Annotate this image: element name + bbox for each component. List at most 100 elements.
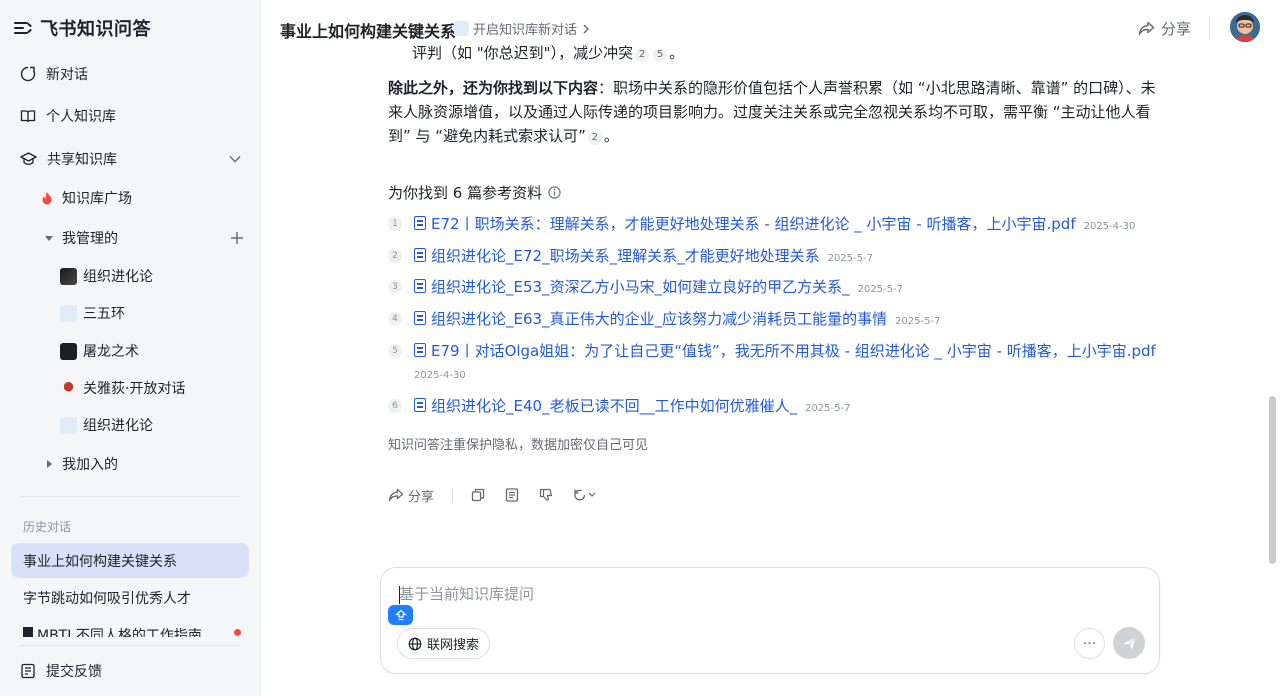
share-answer-label: 分享 [408, 489, 435, 505]
kb-thumbnail [60, 267, 77, 285]
avatar[interactable] [1230, 12, 1260, 42]
kb-item[interactable]: 组织进化论 [60, 410, 250, 440]
document-icon [414, 216, 426, 230]
share-answer-button[interactable]: 分享 [388, 486, 434, 505]
new-kb-chat-link[interactable]: 开启知识库新对话 [454, 19, 591, 38]
kb-item-label: 三五环 [83, 306, 125, 322]
reference-date: 2025-4-30 [1083, 221, 1136, 232]
question-input[interactable] [399, 582, 1139, 606]
reference-date: 2025-5-7 [805, 403, 851, 414]
history-heading: 历史对话 [23, 520, 72, 534]
reference-title[interactable]: E72丨职场关系：理解关系，才能更好地处理关系 - 组织进化论 _ 小宇宙 - … [431, 215, 1076, 233]
share-icon [388, 488, 404, 502]
kb-thumbnail [60, 379, 77, 397]
answer-paragraph: 除此之外，还为你找到以下内容：职场中关系的隐形价值包括个人声誉积累（如 “小北思… [388, 76, 1158, 148]
feedback-button[interactable]: 提交反馈 [12, 654, 250, 688]
caret-right-icon [47, 460, 52, 468]
kb-item-label: 组织进化论 [83, 418, 153, 434]
kb-square-item[interactable]: 知识库广场 [40, 183, 250, 213]
reference-number: 3 [388, 280, 402, 294]
info-icon[interactable] [548, 186, 561, 199]
new-chat-icon [20, 66, 36, 82]
reference-date: 2025-5-7 [827, 253, 873, 264]
joined-group[interactable]: 我加入的 [44, 449, 254, 479]
reference-number: 2 [388, 249, 402, 263]
privacy-note: 知识问答注重保护隐私，数据加密仅自己可见 [388, 438, 649, 453]
kb-thumbnail [60, 342, 77, 360]
fire-icon [42, 191, 52, 204]
unread-dot [234, 629, 241, 636]
reference-title[interactable]: 组织进化论_E72_职场关系_理解关系_才能更好地处理关系 [431, 247, 820, 265]
document-icon [414, 279, 426, 293]
web-search-label: 联网搜索 [427, 638, 480, 653]
sidebar: 飞书知识问答 新对话 个人知识库 共享知识库 知识库广场 我管理的 组织进化论 … [0, 0, 261, 696]
kb-item[interactable]: 三五环 [60, 298, 250, 328]
kb-item[interactable]: 组织进化论 [60, 261, 250, 291]
more-label: ··· [1082, 635, 1097, 652]
thumbs-down-icon[interactable] [539, 488, 553, 502]
managed-group[interactable]: 我管理的 [44, 223, 254, 253]
reference-title[interactable]: 组织进化论_E53_资深乙方小马宋_如何建立良好的甲乙方关系_ [431, 278, 850, 296]
references-heading-text: 为你找到 6 篇参考资料 [388, 184, 543, 202]
history-item[interactable]: MBTI 不同人格的工作指南 [11, 617, 249, 637]
citation-badge[interactable]: 5 [653, 48, 668, 62]
reference-date: 2025-5-7 [857, 284, 903, 295]
regenerate-icon[interactable] [573, 488, 597, 502]
citation-badge[interactable]: 2 [587, 131, 602, 145]
personal-kb-label: 个人知识库 [46, 109, 116, 125]
web-search-button[interactable]: 联网搜索 [397, 628, 491, 659]
references-heading: 为你找到 6 篇参考资料 [388, 182, 561, 203]
kb-item[interactable]: 关雅荻·开放对话 [60, 373, 250, 403]
reference-number: 5 [388, 344, 402, 358]
laptop-icon [23, 627, 33, 637]
divider [452, 488, 454, 502]
reference-title[interactable]: 组织进化论_E63_真正伟大的企业_应该努力减少消耗员工能量的事情 [431, 310, 887, 328]
more-options-button[interactable]: ··· [1074, 628, 1105, 659]
sidebar-toggle-icon[interactable] [14, 20, 33, 36]
caret-down-icon [45, 236, 53, 241]
kb-item[interactable]: 屠龙之术 [60, 336, 250, 366]
app-title: 飞书知识问答 [40, 19, 151, 40]
reference-title[interactable]: E79丨对话Olga姐姐：为了让自己更“值钱”，我无所不用其极 - 组织进化论 … [431, 342, 1156, 360]
graduation-cap-icon [20, 152, 37, 166]
send-button[interactable] [1113, 627, 1145, 659]
citation-badge[interactable]: 2 [635, 48, 650, 62]
new-chat-label: 新对话 [46, 67, 88, 83]
history-item[interactable]: 字节跳动如何吸引优秀人才 [11, 580, 249, 615]
reference-title[interactable]: 组织进化论_E40_老板已读不回__工作中如何优雅催人_ [431, 397, 797, 415]
question-composer: 联网搜索 ··· [380, 567, 1160, 674]
answer-actions: 分享 [388, 484, 597, 506]
answer-text: ： [598, 79, 614, 97]
new-chat-button[interactable]: 新对话 [12, 57, 250, 91]
reference-date: 2025-4-30 [414, 370, 466, 381]
share-icon [1138, 21, 1155, 36]
copy-icon[interactable] [471, 488, 485, 502]
document-icon [414, 343, 426, 357]
document-icon [414, 398, 426, 412]
history-item-label: MBTI 不同人格的工作指南 [37, 628, 202, 637]
chevron-down-icon[interactable] [228, 152, 242, 166]
divider [1209, 16, 1210, 40]
add-icon[interactable] [230, 231, 244, 245]
kb-scope-chip[interactable] [388, 605, 413, 625]
scrollbar-thumb[interactable] [1269, 396, 1276, 564]
conversation-title: 事业上如何构建关键关系 [280, 22, 457, 41]
kb-square-label: 知识库广场 [62, 191, 132, 207]
feedback-label: 提交反馈 [46, 664, 102, 680]
answer-text: 。 [603, 127, 619, 145]
personal-kb-item[interactable]: 个人知识库 [12, 99, 250, 133]
kb-thumbnail [60, 416, 77, 434]
new-kb-chat-label: 开启知识库新对话 [473, 23, 578, 38]
feedback-icon [21, 663, 35, 679]
history-item-label: 事业上如何构建关键关系 [23, 553, 177, 570]
share-button[interactable]: 分享 [1138, 18, 1191, 39]
shared-kb-item[interactable]: 共享知识库 [12, 142, 250, 176]
reference-number: 4 [388, 312, 402, 326]
divider [20, 496, 240, 497]
history-item[interactable]: 事业上如何构建关键关系 [11, 543, 249, 578]
document-icon[interactable] [505, 488, 519, 502]
share-label: 分享 [1161, 20, 1192, 38]
answer-bold-lead: 除此之外，还为你找到以下内容 [388, 79, 599, 97]
kb-chip-icon [394, 609, 407, 621]
reference-number: 1 [388, 217, 402, 231]
